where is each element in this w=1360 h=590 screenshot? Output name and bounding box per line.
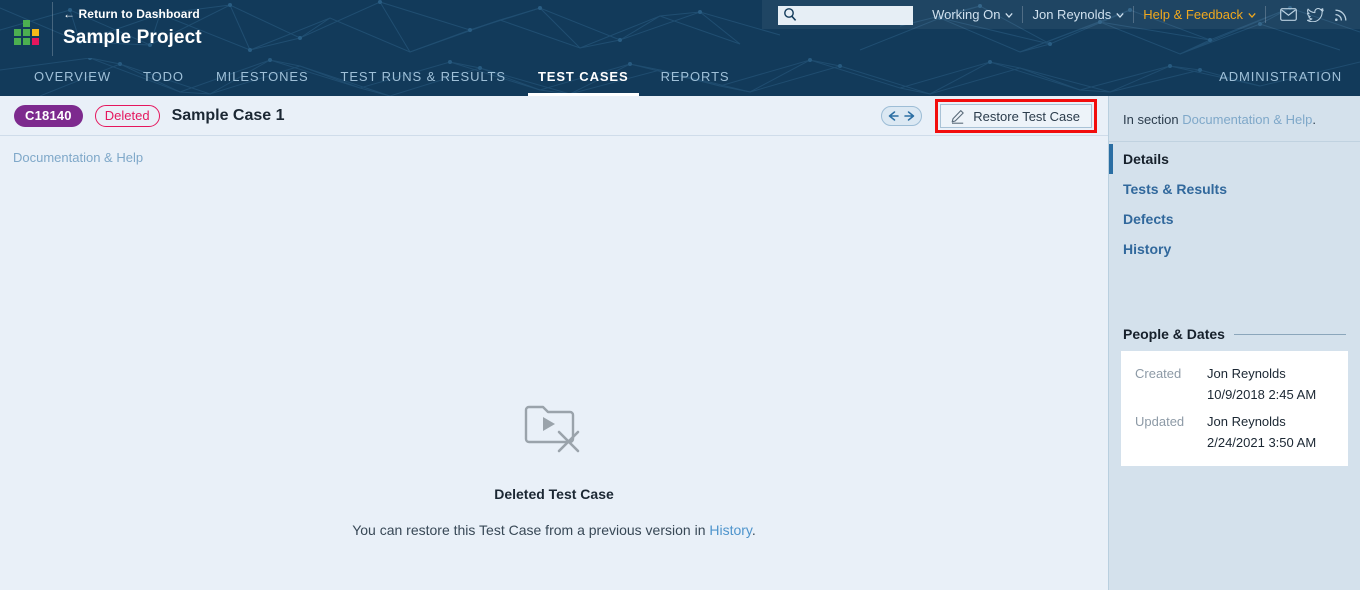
administration-link[interactable]: ADMINISTRATION [1219, 58, 1342, 96]
testrail-logo-icon[interactable] [14, 20, 42, 46]
deleted-folder-icon [524, 405, 580, 453]
chevron-down-icon [1005, 12, 1014, 18]
created-row: Created Jon Reynolds 10/9/2018 2:45 AM [1135, 363, 1334, 405]
panel-divider [1233, 333, 1346, 335]
global-header: ← Return to Dashboard Sample Project Wor… [0, 0, 1360, 58]
empty-state-message: You can restore this Test Case from a pr… [0, 522, 1108, 538]
empty-state-text-after: . [751, 522, 756, 538]
test-case-header: C18140 Deleted Sample Case 1 Restore Tes… [0, 96, 1108, 136]
created-label: Created [1135, 366, 1182, 381]
edit-pencil-icon [951, 109, 965, 124]
tab-reports[interactable]: REPORTS [645, 58, 746, 96]
empty-state-text-before: You can restore this Test Case from a pr… [352, 522, 710, 538]
empty-state-title: Deleted Test Case [494, 486, 614, 502]
right-sidebar: In section Documentation & Help. Details… [1109, 96, 1360, 590]
restore-button-highlight: Restore Test Case [935, 99, 1097, 133]
sidebar-nav: Details Tests & Results Defects History [1109, 142, 1360, 264]
section-prefix-label: In section [1123, 112, 1183, 127]
page-body: C18140 Deleted Sample Case 1 Restore Tes… [0, 96, 1360, 590]
created-date: 10/9/2018 2:45 AM [1207, 387, 1317, 402]
restore-test-case-button[interactable]: Restore Test Case [940, 104, 1092, 128]
arrow-right-icon[interactable] [903, 110, 917, 122]
logo-divider [52, 2, 53, 56]
people-and-dates-panel: People & Dates Created Jon Reynolds 10/9… [1109, 326, 1360, 466]
tab-test-runs-and-results[interactable]: TEST RUNS & RESULTS [325, 58, 522, 96]
search-box[interactable] [778, 5, 914, 25]
tab-milestones[interactable]: MILESTONES [200, 58, 325, 96]
section-suffix-label: . [1312, 112, 1316, 127]
updated-label: Updated [1135, 414, 1185, 429]
tab-list: OVERVIEW TODO MILESTONES TEST RUNS & RES… [0, 58, 1360, 96]
test-case-id-badge: C18140 [14, 104, 83, 127]
sidebar-item-details[interactable]: Details [1109, 144, 1360, 174]
panel-card: Created Jon Reynolds 10/9/2018 2:45 AM U… [1121, 351, 1348, 466]
created-user: Jon Reynolds [1207, 366, 1286, 381]
project-title: Sample Project [63, 27, 202, 48]
help-feedback-menu[interactable]: Help & Feedback [1134, 0, 1265, 29]
tab-todo[interactable]: TODO [127, 58, 200, 96]
main-content: C18140 Deleted Sample Case 1 Restore Tes… [0, 96, 1109, 590]
tab-overview[interactable]: OVERVIEW [18, 58, 127, 96]
panel-title: People & Dates [1123, 326, 1225, 342]
arrow-left-icon[interactable] [886, 110, 900, 122]
user-name-label: Jon Reynolds [1032, 7, 1112, 22]
global-header-right: Working On Jon Reynolds Help & Feedback [762, 0, 1360, 29]
chevron-down-icon [1116, 12, 1124, 18]
panel-header: People & Dates [1121, 326, 1348, 351]
sidebar-item-tests-and-results[interactable]: Tests & Results [1109, 174, 1360, 204]
updated-user: Jon Reynolds [1207, 414, 1286, 429]
header-actions: Restore Test Case [881, 96, 1097, 136]
status-badge: Deleted [94, 104, 160, 127]
user-menu[interactable]: Jon Reynolds [1023, 0, 1133, 29]
return-to-dashboard-link[interactable]: ← Return to Dashboard [63, 6, 202, 22]
project-tabbar: OVERVIEW TODO MILESTONES TEST RUNS & RES… [0, 58, 1360, 96]
search-input[interactable] [778, 5, 914, 25]
breadcrumb: Documentation & Help [0, 136, 1108, 165]
updated-row: Updated Jon Reynolds 2/24/2021 3:50 AM [1135, 411, 1334, 453]
section-indicator: In section Documentation & Help. [1109, 96, 1360, 142]
prev-next-navigation[interactable] [881, 106, 923, 126]
working-on-label: Working On [932, 7, 1001, 22]
restore-test-case-label: Restore Test Case [973, 108, 1080, 124]
tab-test-cases[interactable]: TEST CASES [522, 58, 645, 96]
help-feedback-label: Help & Feedback [1143, 7, 1243, 22]
mail-icon[interactable] [1280, 8, 1297, 21]
working-on-menu[interactable]: Working On [923, 0, 1022, 29]
updated-date: 2/24/2021 3:50 AM [1207, 435, 1317, 450]
rss-icon[interactable] [1334, 8, 1348, 22]
breadcrumb-section-link[interactable]: Documentation & Help [13, 150, 143, 165]
section-link[interactable]: Documentation & Help [1182, 112, 1312, 127]
empty-state: Deleted Test Case You can restore this T… [0, 401, 1108, 538]
header-icon-group [1266, 0, 1360, 29]
sidebar-item-history[interactable]: History [1109, 234, 1360, 264]
chevron-down-icon [1248, 12, 1256, 18]
page-title: Sample Case 1 [171, 106, 285, 124]
twitter-icon[interactable] [1307, 7, 1324, 22]
project-block: ← Return to Dashboard Sample Project [63, 6, 202, 51]
sidebar-item-defects[interactable]: Defects [1109, 204, 1360, 234]
history-link[interactable]: History [709, 522, 752, 538]
